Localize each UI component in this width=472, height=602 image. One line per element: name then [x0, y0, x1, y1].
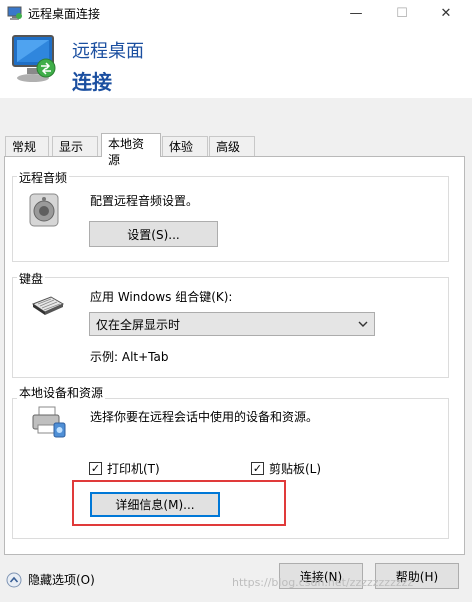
printer-checkbox-label: 打印机(T): [107, 462, 160, 476]
minimize-button[interactable]: —: [333, 0, 379, 26]
hide-options-label: 隐藏选项(O): [28, 573, 95, 587]
tab-local-resources[interactable]: 本地资源: [101, 133, 161, 167]
tab-display[interactable]: 显示: [52, 136, 98, 156]
chevron-down-icon: [358, 321, 368, 327]
printer-checkbox-row[interactable]: ✓ 打印机(T): [89, 460, 160, 477]
windows-key-combo-label: 应用 Windows 组合键(K):: [90, 290, 233, 304]
window-title: 远程桌面连接: [28, 7, 101, 21]
tab-experience[interactable]: 体验: [162, 136, 208, 156]
title-bar: 远程桌面连接 — ☐ ✕: [0, 0, 472, 27]
maximize-button: ☐: [396, 5, 408, 21]
local-devices-title: 本地设备和资源: [17, 384, 106, 401]
remote-audio-group: [12, 176, 449, 262]
header-title: 远程桌面: [72, 41, 144, 62]
clipboard-checkbox[interactable]: ✓: [251, 462, 264, 475]
close-button[interactable]: ✕: [423, 0, 469, 26]
remote-desktop-app-icon: [7, 6, 22, 20]
watermark-text: https://blog.csdn.net/zzzzzzzzzzz: [232, 576, 414, 589]
keyboard-icon: [31, 296, 65, 315]
tab-advanced[interactable]: 高级: [209, 136, 255, 156]
highlight-box: [72, 480, 286, 526]
audio-settings-button[interactable]: 设置(S)...: [89, 221, 218, 247]
keyboard-example: 示例: Alt+Tab: [90, 350, 169, 364]
collapse-arrow-icon: [6, 572, 22, 587]
keyboard-title: 键盘: [17, 270, 46, 287]
printer-devices-icon: [32, 406, 66, 438]
tab-general[interactable]: 常规: [5, 136, 49, 156]
audio-description: 配置远程音频设置。: [90, 194, 199, 208]
hide-options-toggle[interactable]: 隐藏选项(O): [6, 571, 95, 588]
windows-key-combo-select[interactable]: 仅在全屏显示时: [89, 312, 375, 336]
clipboard-checkbox-label: 剪贴板(L): [269, 462, 322, 476]
dialog-header: 远程桌面 连接: [0, 26, 472, 98]
windows-key-combo-value: 仅在全屏显示时: [96, 318, 181, 332]
devices-description: 选择你要在远程会话中使用的设备和资源。: [90, 410, 319, 424]
header-subtitle: 连接: [72, 70, 112, 94]
clipboard-checkbox-row[interactable]: ✓ 剪贴板(L): [251, 460, 321, 477]
printer-checkbox[interactable]: ✓: [89, 462, 102, 475]
remote-audio-title: 远程音频: [17, 169, 70, 186]
speaker-icon: [29, 193, 59, 227]
remote-desktop-monitor-icon: [12, 35, 56, 82]
